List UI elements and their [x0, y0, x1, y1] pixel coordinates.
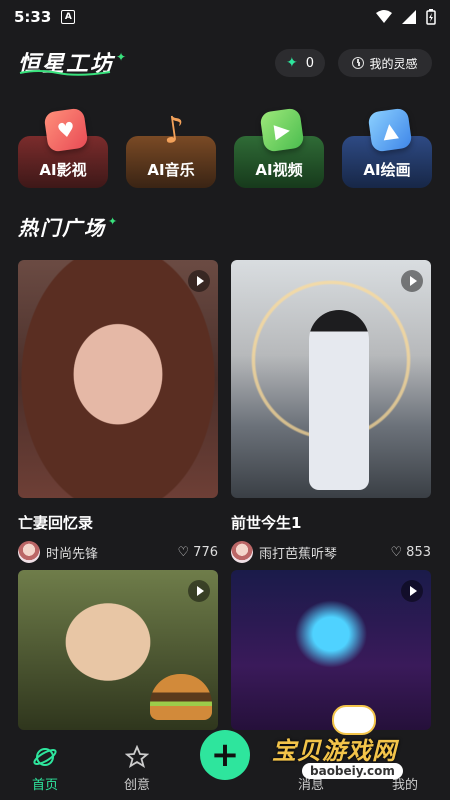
card-title: 前世今生1 [231, 514, 302, 532]
avatar[interactable] [18, 541, 40, 563]
watermark-url: baobeiy.com [302, 763, 403, 779]
tv-play-icon: ▶ [259, 107, 305, 153]
category-ai-video-button[interactable]: AI视频 ▶ [234, 107, 324, 188]
music-note-icon: ♪ [159, 108, 189, 152]
nav-create-label: 创意 [123, 778, 150, 793]
card-thumbnail-portrait [18, 260, 218, 498]
card-author: 时尚先锋 [46, 546, 99, 562]
avatar[interactable] [231, 541, 253, 563]
watermark: 宝贝游戏网 baobeiy.com [272, 705, 442, 783]
feed-card[interactable]: 前世今生1 雨打芭蕉听琴 ♡ 853 [231, 260, 431, 563]
app-header: 恒星工坊 ✦ ✦ 0 我的灵感 [0, 44, 450, 80]
brand-underline [19, 70, 111, 76]
cellular-icon [402, 10, 416, 24]
card-meta: 时尚先锋 ♡ 776 [18, 541, 218, 563]
notification-a-icon: A [61, 10, 76, 24]
planet-icon [33, 744, 57, 770]
section-title-hot: 热门广场 ✦ [18, 212, 119, 241]
category-ai-film-button[interactable]: AI影视 ♥ [18, 107, 108, 188]
play-icon[interactable] [401, 580, 423, 602]
like-count: 776 [193, 544, 218, 560]
clock-icon [352, 57, 365, 69]
nav-home[interactable]: 首页 [15, 744, 75, 793]
burger-illustration [150, 674, 212, 720]
like-button[interactable]: ♡ 776 [178, 545, 218, 560]
feed-card[interactable] [18, 570, 218, 730]
gem-balance-button[interactable]: ✦ 0 [275, 49, 325, 77]
play-icon[interactable] [188, 270, 210, 292]
inspiration-label: 我的灵感 [369, 56, 418, 71]
card-author: 雨打芭蕉听琴 [259, 546, 338, 562]
heart-outline-icon: ♡ [177, 544, 190, 560]
heart-outline-icon: ♡ [390, 544, 403, 560]
like-count: 853 [406, 544, 431, 560]
heart-icon: ♥ [43, 107, 89, 153]
signal-icon [376, 10, 392, 23]
gem-count: 0 [305, 55, 314, 71]
plus-icon: + [210, 735, 240, 775]
feed-card[interactable]: 亡妻回忆录 时尚先锋 ♡ 776 [18, 260, 218, 563]
add-button[interactable]: + [200, 730, 250, 780]
sparkle-icon: ✦ [108, 215, 120, 228]
category-ai-music-button[interactable]: AI音乐 ♪ [126, 108, 216, 188]
star-icon [125, 744, 149, 770]
nav-create[interactable]: 创意 [107, 744, 167, 793]
card-thumbnail-mustache-man [18, 570, 218, 730]
status-bar: 5:33 A [0, 0, 450, 34]
picture-icon: ▲ [367, 107, 413, 153]
brand-logo: 恒星工坊 ✦ [18, 46, 128, 78]
section-title-text: 热门广场 [18, 216, 106, 240]
play-icon[interactable] [188, 580, 210, 602]
my-inspiration-button[interactable]: 我的灵感 [338, 49, 432, 77]
figure-illustration [309, 310, 369, 490]
gem-icon: ✦ [285, 55, 298, 71]
watermark-text: 宝贝游戏网 [272, 737, 397, 765]
battery-icon [426, 9, 436, 25]
category-ai-painting-button[interactable]: AI绘画 ▲ [342, 107, 432, 188]
play-icon[interactable] [401, 270, 423, 292]
status-right-icons [376, 9, 436, 25]
card-thumbnail-swordsman [231, 260, 431, 498]
status-time: 5:33 [14, 8, 52, 26]
category-row: AI影视 ♥ AI音乐 ♪ AI视频 ▶ AI绘画 ▲ [18, 107, 432, 190]
card-meta: 雨打芭蕉听琴 ♡ 853 [231, 541, 431, 563]
card-title: 亡妻回忆录 [18, 514, 94, 532]
nav-home-label: 首页 [31, 778, 58, 793]
like-button[interactable]: ♡ 853 [391, 545, 431, 560]
sparkle-icon: ✦ [116, 50, 129, 64]
